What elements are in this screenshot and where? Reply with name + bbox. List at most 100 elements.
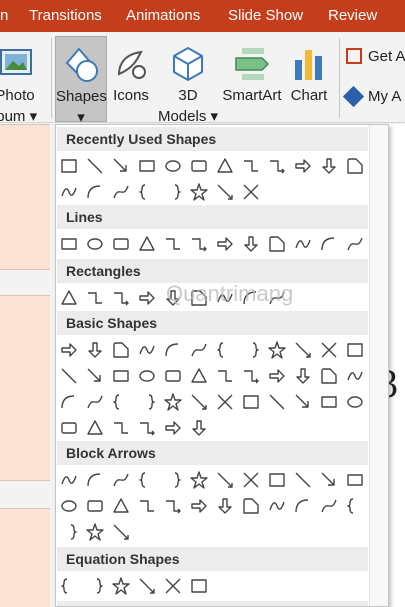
shape-option[interactable] — [56, 389, 82, 415]
shape-option[interactable] — [212, 389, 238, 415]
shape-option[interactable] — [316, 153, 342, 179]
shape-option[interactable] — [160, 389, 186, 415]
shape-option[interactable] — [238, 389, 264, 415]
shape-option[interactable] — [238, 231, 264, 257]
shape-option[interactable] — [342, 153, 368, 179]
shape-option[interactable] — [186, 467, 212, 493]
shape-option[interactable] — [134, 573, 160, 599]
shape-option[interactable] — [56, 415, 82, 441]
slide-thumbnail[interactable] — [0, 508, 50, 607]
shape-option[interactable] — [160, 415, 186, 441]
shape-option[interactable] — [56, 363, 82, 389]
tab-transitions[interactable]: Transitions — [29, 7, 102, 24]
shape-option[interactable] — [342, 493, 368, 519]
gallery-scrollbar[interactable] — [369, 125, 388, 606]
shape-option[interactable] — [82, 467, 108, 493]
shape-option[interactable] — [56, 467, 82, 493]
shape-option[interactable] — [134, 389, 160, 415]
shape-option[interactable] — [264, 389, 290, 415]
shape-option[interactable] — [238, 363, 264, 389]
shape-option[interactable] — [134, 337, 160, 363]
shape-option[interactable] — [82, 415, 108, 441]
shape-option[interactable] — [108, 337, 134, 363]
tab-review[interactable]: Review — [328, 7, 377, 24]
shape-option[interactable] — [264, 493, 290, 519]
smartart-button[interactable]: SmartArt — [221, 36, 283, 122]
shape-option[interactable] — [160, 337, 186, 363]
shape-option[interactable] — [212, 231, 238, 257]
shape-option[interactable] — [186, 153, 212, 179]
shape-option[interactable] — [160, 493, 186, 519]
shape-option[interactable] — [134, 285, 160, 311]
photo-album-button[interactable]: Photo lbum ▾ — [0, 36, 45, 125]
shape-option[interactable] — [186, 179, 212, 205]
shape-option[interactable] — [342, 231, 368, 257]
shape-option[interactable] — [56, 573, 82, 599]
shape-option[interactable] — [290, 153, 316, 179]
shape-option[interactable] — [108, 363, 134, 389]
shape-option[interactable] — [160, 363, 186, 389]
shape-option[interactable] — [186, 573, 212, 599]
shape-option[interactable] — [316, 493, 342, 519]
shape-option[interactable] — [82, 179, 108, 205]
shape-option[interactable] — [160, 153, 186, 179]
shape-option[interactable] — [186, 231, 212, 257]
shape-option[interactable] — [264, 337, 290, 363]
shape-option[interactable] — [56, 285, 82, 311]
shape-option[interactable] — [160, 467, 186, 493]
shape-option[interactable] — [290, 493, 316, 519]
shape-option[interactable] — [238, 467, 264, 493]
shape-option[interactable] — [82, 389, 108, 415]
shape-option[interactable] — [56, 231, 82, 257]
shape-option[interactable] — [290, 363, 316, 389]
slide-thumbnail[interactable] — [0, 295, 50, 481]
shape-option[interactable] — [186, 415, 212, 441]
slide-thumbnail[interactable] — [0, 124, 50, 270]
shape-option[interactable] — [342, 467, 368, 493]
shape-option[interactable] — [82, 285, 108, 311]
shape-option[interactable] — [56, 519, 82, 545]
shape-option[interactable] — [108, 285, 134, 311]
shape-option[interactable] — [212, 467, 238, 493]
shapes-button[interactable]: Shapes ▾ — [55, 36, 107, 126]
shape-option[interactable] — [134, 415, 160, 441]
shape-option[interactable] — [134, 363, 160, 389]
shape-option[interactable] — [82, 337, 108, 363]
shape-option[interactable] — [56, 337, 82, 363]
shape-option[interactable] — [134, 179, 160, 205]
shape-option[interactable] — [82, 493, 108, 519]
shape-option[interactable] — [212, 363, 238, 389]
shape-option[interactable] — [82, 363, 108, 389]
shape-option[interactable] — [264, 363, 290, 389]
shape-option[interactable] — [108, 573, 134, 599]
shape-option[interactable] — [82, 153, 108, 179]
shape-option[interactable] — [316, 231, 342, 257]
shape-option[interactable] — [134, 231, 160, 257]
shape-option[interactable] — [134, 493, 160, 519]
shape-option[interactable] — [264, 153, 290, 179]
shape-option[interactable] — [212, 153, 238, 179]
shape-option[interactable] — [108, 519, 134, 545]
shape-option[interactable] — [186, 363, 212, 389]
shape-option[interactable] — [108, 153, 134, 179]
shape-option[interactable] — [264, 231, 290, 257]
3d-models-button[interactable]: 3D Models ▾ — [155, 36, 221, 125]
my-addins-button[interactable]: My A — [342, 85, 405, 110]
shape-option[interactable] — [238, 153, 264, 179]
shape-option[interactable] — [186, 337, 212, 363]
chart-button[interactable]: Chart — [284, 36, 334, 122]
shape-option[interactable] — [342, 337, 368, 363]
shape-option[interactable] — [316, 467, 342, 493]
shape-option[interactable] — [316, 337, 342, 363]
shape-option[interactable] — [238, 493, 264, 519]
shape-option[interactable] — [238, 179, 264, 205]
shape-option[interactable] — [290, 337, 316, 363]
shape-option[interactable] — [108, 389, 134, 415]
shape-option[interactable] — [212, 337, 238, 363]
shape-option[interactable] — [108, 231, 134, 257]
shape-option[interactable] — [108, 467, 134, 493]
tab-animations[interactable]: Animations — [126, 7, 200, 24]
tab-partial[interactable]: n — [0, 7, 8, 24]
shape-option[interactable] — [82, 231, 108, 257]
shape-option[interactable] — [134, 467, 160, 493]
